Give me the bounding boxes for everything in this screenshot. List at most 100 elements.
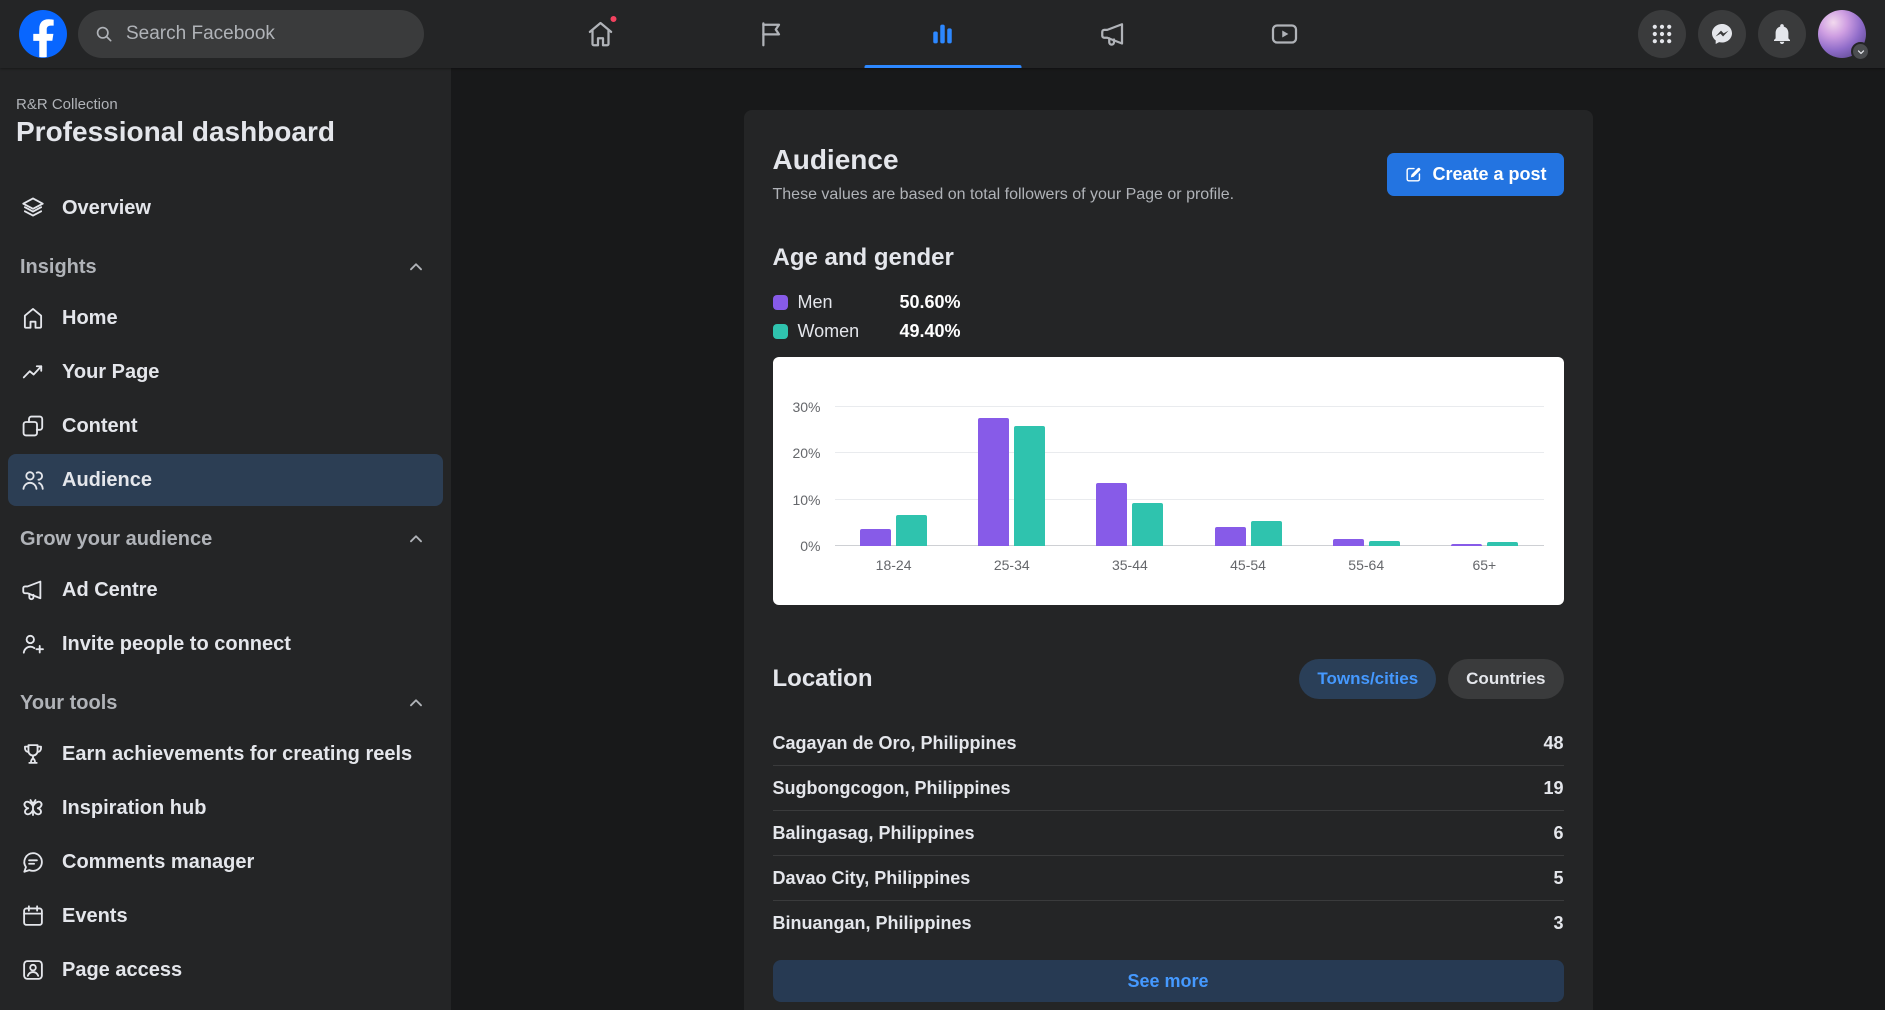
y-tick: 10% <box>792 492 821 508</box>
chevron-up-icon <box>410 535 422 543</box>
facebook-logo[interactable] <box>19 10 67 58</box>
bar-men <box>860 529 892 546</box>
dashboard-title: Professional dashboard <box>16 116 335 147</box>
location-row: Davao City, Philippines 5 <box>772 856 1564 901</box>
bar-men <box>1214 527 1246 546</box>
tab-insights[interactable] <box>864 0 1021 68</box>
search-icon <box>96 26 112 42</box>
sidebar-item-comments-manager[interactable]: Comments manager <box>8 836 443 888</box>
sidebar-item-audience[interactable]: Audience <box>8 454 443 506</box>
bar-group-45-54: 45-54 <box>1214 521 1282 573</box>
card-header: Audience These values are based on total… <box>773 144 1564 204</box>
notifications-bell-icon <box>1774 24 1790 44</box>
video-icon <box>1271 24 1298 44</box>
section-grow-audience[interactable]: Grow your audience <box>8 516 443 562</box>
see-more-button[interactable]: See more <box>772 960 1564 1002</box>
location-header: Location Towns/cities Countries <box>773 659 1564 699</box>
bar-women <box>1132 502 1164 546</box>
notification-dot <box>608 14 619 24</box>
location-row: Cagayan de Oro, Philippines 48 <box>772 721 1564 766</box>
sidebar-item-your-page[interactable]: Your Page <box>8 346 443 398</box>
tab-ads[interactable] <box>1035 0 1192 68</box>
insights-icon <box>933 24 952 44</box>
audience-card: Audience These values are based on total… <box>743 110 1593 1010</box>
account-avatar[interactable] <box>1818 10 1870 61</box>
butterfly-icon <box>23 799 43 816</box>
content-copy-icon <box>22 415 44 437</box>
countries-tab[interactable]: Countries <box>1448 659 1564 699</box>
audience-people-icon <box>22 471 44 490</box>
chevron-up-icon <box>410 699 422 707</box>
location-row: Balingasag, Philippines 6 <box>772 811 1564 856</box>
create-post-button[interactable]: Create a post <box>1387 152 1564 196</box>
topbar-actions <box>1638 10 1870 61</box>
bar-women <box>1368 541 1400 546</box>
messenger-button[interactable] <box>1698 10 1746 58</box>
age-gender-chart: 0% 10% 20% 30% 18-24 25-34 35-44 45-54 5… <box>772 357 1564 605</box>
nav-tabs <box>522 0 1363 68</box>
chevron-down-icon <box>1857 49 1864 54</box>
bar-men <box>978 418 1010 546</box>
layers-icon <box>22 197 44 217</box>
sidebar-item-achievements[interactable]: Earn achievements for creating reels <box>8 728 443 780</box>
page-subtitle: These values are based on total follower… <box>772 186 1235 203</box>
bar-men <box>1332 538 1364 546</box>
tab-pages[interactable] <box>693 0 850 68</box>
topbar <box>0 0 1885 68</box>
section-insights[interactable]: Insights <box>8 244 443 290</box>
bar-group-65plus: 65+ <box>1450 542 1518 573</box>
tab-home[interactable] <box>522 0 679 68</box>
bar-group-25-34: 25-34 <box>978 418 1046 573</box>
home-icon <box>23 307 43 329</box>
notifications-button[interactable] <box>1758 10 1806 58</box>
main-content: Audience These values are based on total… <box>451 68 1885 1010</box>
location-list: Cagayan de Oro, Philippines 48 Sugbongco… <box>772 721 1564 946</box>
apps-menu-button[interactable] <box>1638 10 1686 58</box>
location-row: Binuangan, Philippines 3 <box>772 913 1564 933</box>
bar-groups: 18-24 25-34 35-44 45-54 55-64 65+ <box>835 418 1544 573</box>
sidebar-item-ad-centre[interactable]: Ad Centre <box>8 564 443 616</box>
bar-women <box>896 514 928 546</box>
bar-group-35-44: 35-44 <box>1096 482 1164 573</box>
location-toggle: Towns/cities Countries <box>1299 659 1564 699</box>
sidebar-item-events[interactable]: Events <box>8 890 443 942</box>
legend-men: Men 50.60% <box>772 290 1564 314</box>
sidebar-item-invite-people[interactable]: Invite people to connect <box>8 618 443 670</box>
id-badge-icon <box>23 960 43 980</box>
sidebar-item-page-access[interactable]: Page access <box>8 944 443 996</box>
y-tick: 0% <box>800 538 821 554</box>
bar-women <box>1014 425 1046 546</box>
y-tick: 30% <box>792 399 821 415</box>
chart-legend: Men 50.60% Women 49.40% <box>772 290 1564 343</box>
invite-person-icon <box>22 634 44 654</box>
bar-women <box>1486 542 1518 546</box>
megaphone-icon <box>22 580 42 601</box>
sidebar-item-overview[interactable]: Overview <box>8 182 443 234</box>
location-title: Location <box>772 665 873 692</box>
search-input[interactable] <box>124 22 394 46</box>
gridline <box>834 406 1544 407</box>
bar-men <box>1450 543 1482 546</box>
location-row: Sugbongcogon, Philippines 19 <box>772 766 1564 811</box>
page-name: R&R Collection <box>16 96 118 113</box>
sidebar-item-inspiration-hub[interactable]: Inspiration hub <box>8 782 443 834</box>
account-menu-badge <box>1851 42 1870 61</box>
section-your-tools[interactable]: Your tools <box>8 680 443 726</box>
women-swatch <box>772 323 788 339</box>
tab-video[interactable] <box>1206 0 1363 68</box>
ads-megaphone-icon <box>1101 23 1124 46</box>
trend-icon <box>22 365 43 379</box>
age-gender-title: Age and gender <box>772 244 954 271</box>
sidebar-item-content[interactable]: Content <box>8 400 443 452</box>
towns-cities-tab[interactable]: Towns/cities <box>1299 659 1437 699</box>
chevron-up-icon <box>410 263 422 271</box>
messenger-icon <box>1712 24 1732 44</box>
sidebar: R&R Collection Professional dashboard Ov… <box>0 68 451 1010</box>
bar-group-18-24: 18-24 <box>860 514 928 573</box>
legend-women: Women 49.40% <box>772 319 1564 343</box>
apps-grid-icon <box>1652 24 1672 44</box>
trophy-icon <box>24 744 42 764</box>
sidebar-item-home[interactable]: Home <box>8 292 443 344</box>
page-title: Audience <box>772 144 899 175</box>
bar-group-55-64: 55-64 <box>1332 538 1400 573</box>
